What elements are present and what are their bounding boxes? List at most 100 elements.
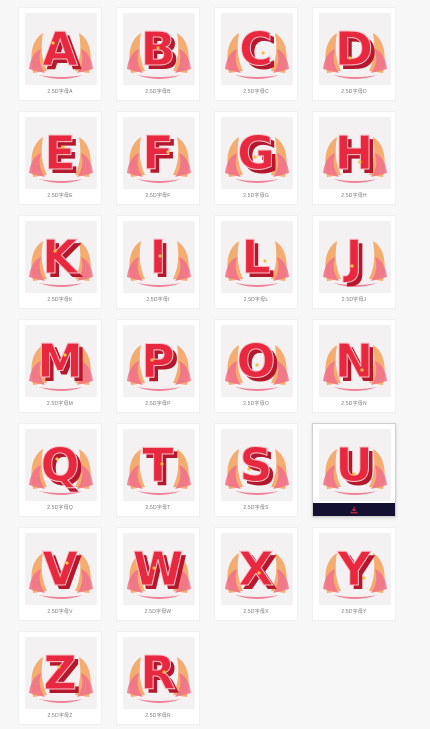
image-grid: A A 2.5D字母A B B 2.5D字母B C C 2.5D字母C D D 2.5D字母D E E 2.… <box>18 7 396 725</box>
svg-text:R: R <box>140 646 175 700</box>
svg-text:U: U <box>335 438 372 492</box>
image-card-m[interactable]: M M 2.5D字母M <box>18 319 102 413</box>
card-label: 2.5D字母L <box>243 297 269 303</box>
letter-thumbnail[interactable]: OO <box>221 325 293 397</box>
letter-thumbnail[interactable]: RR <box>123 637 195 709</box>
image-card-b[interactable]: B B 2.5D字母B <box>116 7 200 101</box>
download-icon[interactable] <box>350 506 358 514</box>
letter-thumbnail[interactable]: VV <box>25 533 97 605</box>
svg-text:O: O <box>236 334 275 388</box>
image-card-g[interactable]: G G 2.5D字母G <box>214 111 298 205</box>
svg-text:G: G <box>237 126 275 180</box>
image-card-h[interactable]: H H 2.5D字母H <box>312 111 396 205</box>
image-card-j[interactable]: J J 2.5D字母J <box>312 215 396 309</box>
download-bar[interactable] <box>313 503 395 516</box>
letter-thumbnail[interactable]: ZZ <box>25 637 97 709</box>
image-card-x[interactable]: X X 2.5D字母X <box>214 527 298 621</box>
svg-text:A: A <box>42 22 78 76</box>
svg-text:X: X <box>238 542 273 596</box>
svg-text:Z: Z <box>43 646 76 700</box>
letter-thumbnail[interactable]: EE <box>25 117 97 189</box>
svg-text:H: H <box>335 126 374 180</box>
svg-text:J: J <box>342 230 362 284</box>
letter-thumbnail[interactable]: DD <box>319 13 391 85</box>
letter-thumbnail[interactable]: TT <box>123 429 195 501</box>
image-card-a[interactable]: A A 2.5D字母A <box>18 7 102 101</box>
svg-text:T: T <box>142 438 174 492</box>
card-label: 2.5D字母V <box>47 609 73 615</box>
image-card-p[interactable]: P P 2.5D字母P <box>116 319 200 413</box>
card-label: 2.5D字母Q <box>47 505 73 511</box>
image-card-l[interactable]: L L 2.5D字母L <box>214 215 298 309</box>
letter-thumbnail[interactable]: UU <box>319 429 391 501</box>
image-card-q[interactable]: Q Q 2.5D字母Q <box>18 423 102 517</box>
letter-thumbnail[interactable]: AA <box>25 13 97 85</box>
card-label: 2.5D字母S <box>243 505 269 511</box>
card-label: 2.5D字母J <box>341 297 367 303</box>
letter-thumbnail[interactable]: SS <box>221 429 293 501</box>
letter-thumbnail[interactable]: MM <box>25 325 97 397</box>
image-card-n[interactable]: N N 2.5D字母N <box>312 319 396 413</box>
svg-text:P: P <box>141 334 175 388</box>
svg-text:D: D <box>335 22 373 76</box>
card-label: 2.5D字母H <box>341 193 367 199</box>
image-card-w[interactable]: W W 2.5D字母W <box>116 527 200 621</box>
card-label: 2.5D字母G <box>243 193 269 199</box>
card-label: 2.5D字母T <box>145 505 171 511</box>
svg-text:Y: Y <box>336 542 371 596</box>
card-label: 2.5D字母X <box>243 609 269 615</box>
svg-text:Q: Q <box>40 438 79 492</box>
image-card-t[interactable]: T T 2.5D字母T <box>116 423 200 517</box>
card-label: 2.5D字母W <box>144 609 172 615</box>
svg-text:E: E <box>44 126 75 180</box>
letter-thumbnail[interactable]: HH <box>319 117 391 189</box>
card-label: 2.5D字母K <box>47 297 73 303</box>
card-label: 2.5D字母R <box>145 713 171 719</box>
image-card-o[interactable]: O O 2.5D字母O <box>214 319 298 413</box>
image-card-i[interactable]: I I 2.5D字母I <box>116 215 200 309</box>
svg-text:W: W <box>133 542 184 596</box>
letter-thumbnail[interactable]: PP <box>123 325 195 397</box>
letter-thumbnail[interactable]: JJ <box>319 221 391 293</box>
image-card-r[interactable]: R R 2.5D字母R <box>116 631 200 725</box>
svg-text:L: L <box>241 230 270 284</box>
card-label: 2.5D字母O <box>243 401 269 407</box>
image-card-y[interactable]: Y Y 2.5D字母Y <box>312 527 396 621</box>
svg-text:N: N <box>335 334 374 388</box>
image-card-f[interactable]: F F 2.5D字母F <box>116 111 200 205</box>
card-label: 2.5D字母A <box>47 89 73 95</box>
letter-thumbnail[interactable]: QQ <box>25 429 97 501</box>
letter-thumbnail[interactable]: XX <box>221 533 293 605</box>
svg-text:M: M <box>37 334 83 388</box>
svg-text:I: I <box>149 230 166 284</box>
letter-thumbnail[interactable]: CC <box>221 13 293 85</box>
card-label: 2.5D字母D <box>341 89 367 95</box>
letter-thumbnail[interactable]: NN <box>319 325 391 397</box>
image-card-s[interactable]: S S 2.5D字母S <box>214 423 298 517</box>
svg-text:V: V <box>42 542 78 596</box>
svg-text:C: C <box>239 22 273 76</box>
image-card-v[interactable]: V V 2.5D字母V <box>18 527 102 621</box>
letter-thumbnail[interactable]: KK <box>25 221 97 293</box>
image-card-u[interactable]: UU2.5D字母U <box>312 423 396 517</box>
image-card-k[interactable]: K K 2.5D字母K <box>18 215 102 309</box>
letter-thumbnail[interactable]: GG <box>221 117 293 189</box>
letter-thumbnail[interactable]: BB <box>123 13 195 85</box>
card-label: 2.5D字母B <box>145 89 171 95</box>
letter-thumbnail[interactable]: FF <box>123 117 195 189</box>
image-card-e[interactable]: E E 2.5D字母E <box>18 111 102 205</box>
card-label: 2.5D字母C <box>243 89 269 95</box>
letter-thumbnail[interactable]: YY <box>319 533 391 605</box>
card-label: 2.5D字母N <box>341 401 367 407</box>
image-card-c[interactable]: C C 2.5D字母C <box>214 7 298 101</box>
card-label: 2.5D字母E <box>47 193 73 199</box>
card-label: 2.5D字母I <box>146 297 170 303</box>
letter-thumbnail[interactable]: LL <box>221 221 293 293</box>
card-label: 2.5D字母F <box>145 193 171 199</box>
card-label: 2.5D字母Y <box>341 609 367 615</box>
image-card-d[interactable]: D D 2.5D字母D <box>312 7 396 101</box>
letter-thumbnail[interactable]: WW <box>123 533 195 605</box>
image-card-z[interactable]: Z Z 2.5D字母Z <box>18 631 102 725</box>
svg-text:K: K <box>42 230 80 284</box>
letter-thumbnail[interactable]: II <box>123 221 195 293</box>
